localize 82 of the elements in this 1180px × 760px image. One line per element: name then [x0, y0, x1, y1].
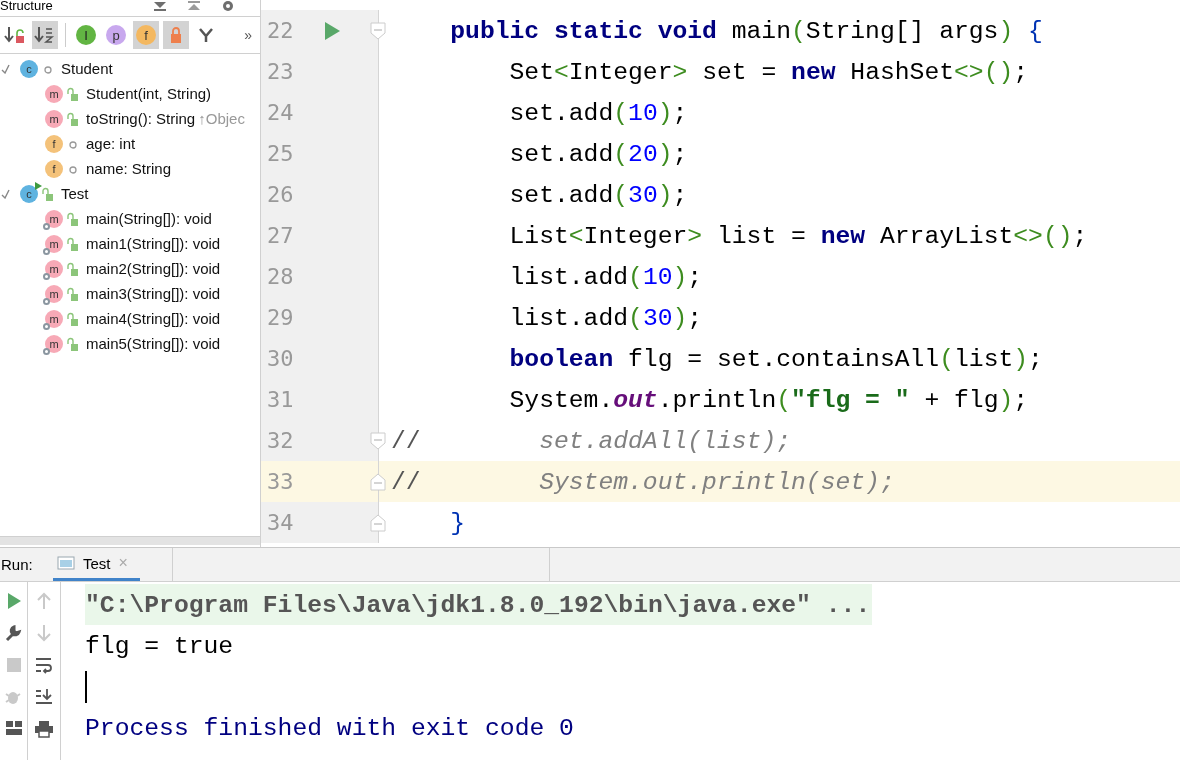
fold-marker-icon[interactable]	[370, 431, 386, 450]
output-line: flg = true	[85, 631, 234, 660]
tree-item[interactable]: name: String	[86, 160, 172, 177]
down-arrow-icon[interactable]	[36, 624, 52, 642]
code-line: List<Integer> list = new ArrayList<>();	[508, 220, 1088, 252]
code-line: list.add(30);	[508, 302, 703, 334]
inherited-hint: ↑Objec	[198, 110, 245, 127]
class-icon: c	[20, 59, 38, 78]
code-line: set.add(30);	[508, 179, 688, 211]
code-line: list.add(10);	[508, 261, 703, 293]
scroll-to-end-icon[interactable]	[35, 688, 53, 706]
lock-icon[interactable]	[168, 26, 184, 44]
tree-item[interactable]: Student(int, String)	[86, 85, 212, 102]
collapse-all-icon[interactable]	[186, 0, 202, 12]
exit-message: Process finished with exit code 0	[85, 713, 574, 742]
tree-item[interactable]: toString(): String	[86, 110, 196, 127]
fields-icon[interactable]: f	[136, 25, 156, 45]
field-icon: f	[45, 134, 63, 153]
code-line: System.out.println("flg = " + flg);	[508, 384, 1029, 416]
panel-title: Structure	[0, 0, 53, 12]
code-line: set.add(20);	[508, 138, 688, 170]
run-tab[interactable]: Test ×	[53, 548, 140, 581]
settings-icon[interactable]	[220, 0, 236, 12]
line-number: 32	[266, 428, 295, 453]
soft-wrap-icon[interactable]	[35, 656, 53, 674]
inherited-members-icon[interactable]: I	[76, 25, 96, 45]
code-line: public static void main(String[] args) {	[449, 15, 1043, 47]
tree-item[interactable]: main(String[]): void	[86, 210, 212, 227]
line-number: 31	[266, 387, 295, 412]
method-icon: m	[45, 209, 63, 228]
hierarchy-icon[interactable]	[197, 26, 215, 44]
panel-label: Run:	[0, 555, 34, 575]
code-line: Set<Integer> set = new HashSet<>();	[508, 56, 1029, 88]
fold-marker-icon[interactable]	[370, 21, 386, 40]
tree-item[interactable]: main5(String[]): void	[86, 335, 221, 352]
code-line: boolean flg = set.containsAll(list);	[508, 343, 1043, 375]
tree-item[interactable]: Test	[61, 185, 89, 202]
code-line: // System.out.println(set);	[390, 466, 895, 498]
code-line: // set.addAll(list);	[390, 425, 791, 457]
layout-icon[interactable]	[4, 720, 23, 736]
method-icon: m	[45, 109, 63, 128]
method-icon: m	[45, 259, 63, 278]
line-number: 24	[266, 100, 295, 125]
tree-item[interactable]: main3(String[]): void	[86, 285, 221, 302]
method-icon: m	[45, 84, 63, 103]
tree-item[interactable]: main4(String[]): void	[86, 310, 221, 327]
console-icon	[57, 556, 75, 570]
code-line: set.add(10);	[508, 97, 688, 129]
method-icon: m	[45, 284, 63, 303]
wrench-icon[interactable]	[4, 624, 23, 642]
line-number: 33	[266, 469, 295, 494]
line-number: 22	[266, 18, 295, 43]
method-icon: m	[45, 309, 63, 328]
field-icon: f	[45, 159, 63, 178]
line-number: 34	[266, 510, 295, 535]
expand-all-icon[interactable]	[152, 0, 168, 12]
method-icon: m	[45, 234, 63, 253]
text-caret	[85, 670, 87, 703]
more-button[interactable]: »	[244, 27, 252, 43]
sort-by-visibility-icon[interactable]	[4, 25, 26, 45]
properties-icon[interactable]: p	[106, 25, 126, 45]
line-number: 25	[266, 141, 295, 166]
tree-item[interactable]: age: int	[86, 135, 136, 152]
code-line: }	[449, 507, 466, 539]
line-number: 29	[266, 305, 295, 330]
tree-item[interactable]: main2(String[]): void	[86, 260, 221, 277]
print-icon[interactable]	[34, 720, 54, 738]
fold-marker-icon[interactable]	[370, 513, 386, 532]
scrollbar[interactable]	[0, 536, 260, 545]
line-number: 28	[266, 264, 295, 289]
line-number: 27	[266, 223, 295, 248]
sort-alphabetically-icon[interactable]	[34, 25, 56, 45]
line-number: 23	[266, 59, 295, 84]
method-icon: m	[45, 334, 63, 353]
line-number: 26	[266, 182, 295, 207]
up-arrow-icon[interactable]	[36, 592, 52, 610]
line-number: 30	[266, 346, 295, 371]
stop-icon[interactable]	[4, 656, 23, 674]
run-icon[interactable]	[323, 20, 341, 41]
tree-item[interactable]: Student	[61, 60, 113, 77]
tree-item[interactable]: main1(String[]): void	[86, 235, 221, 252]
fold-marker-icon[interactable]	[370, 472, 386, 491]
